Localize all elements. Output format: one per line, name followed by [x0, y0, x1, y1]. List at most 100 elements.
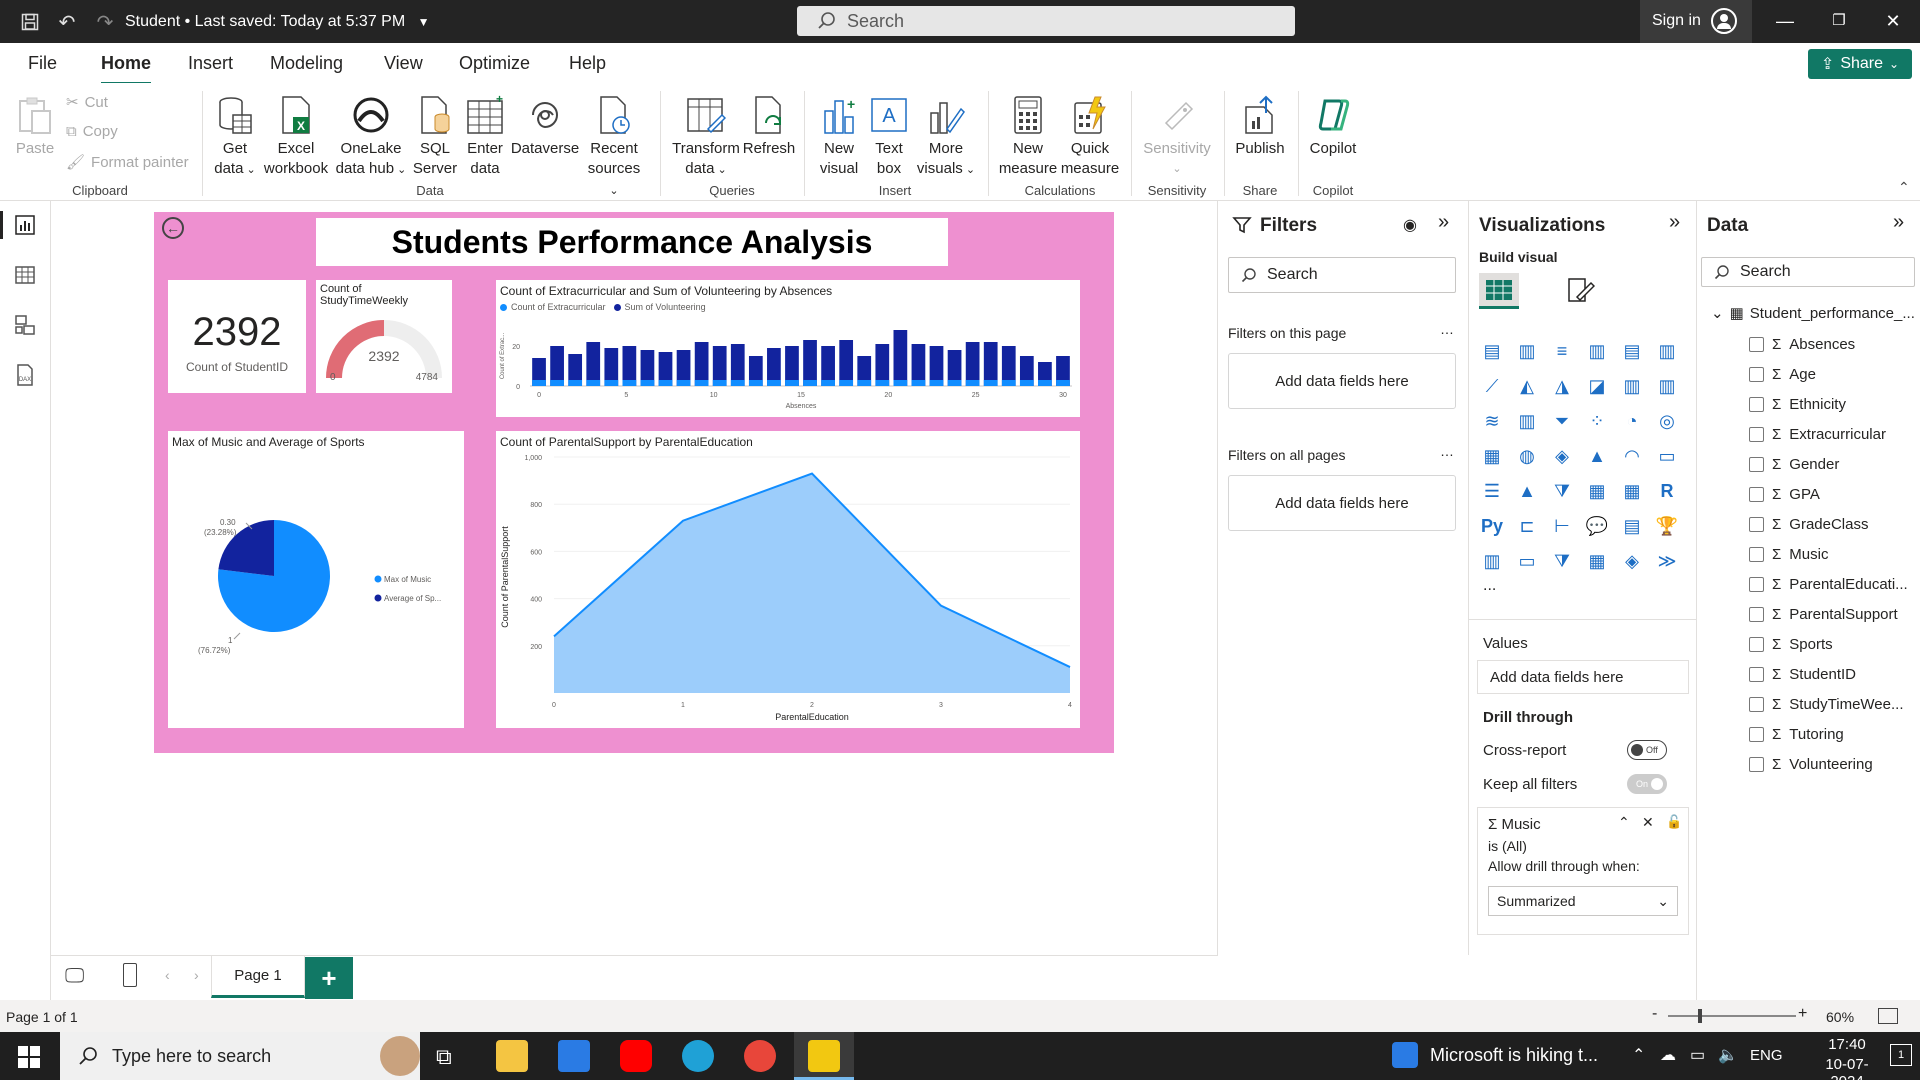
goals-icon[interactable]: 🏆: [1654, 513, 1680, 539]
redo-icon[interactable]: ↷: [93, 10, 117, 34]
100-bar-chart-icon[interactable]: ▤: [1619, 338, 1645, 364]
menu-help[interactable]: Help: [569, 53, 606, 74]
more-visuals-icon[interactable]: ...: [1483, 577, 1496, 595]
field-checkbox[interactable]: [1749, 667, 1764, 682]
narrative-icon[interactable]: ▤: [1619, 513, 1645, 539]
file-explorer-icon[interactable]: [496, 1040, 528, 1072]
zoom-in-icon[interactable]: +: [1798, 1005, 1807, 1023]
100-stacked-area-icon[interactable]: ◪: [1584, 373, 1610, 399]
zoom-slider[interactable]: [1668, 1015, 1796, 1017]
account-icon[interactable]: [1711, 8, 1737, 34]
refresh-button[interactable]: Refresh: [742, 93, 796, 159]
stacked-area-chart-icon[interactable]: ◮: [1549, 373, 1575, 399]
tab-page-1[interactable]: Page 1: [211, 956, 305, 998]
publish-button[interactable]: Publish: [1232, 93, 1288, 159]
line-and-column-icon[interactable]: ▥: [1619, 373, 1645, 399]
more-options-icon[interactable]: …: [1440, 443, 1454, 459]
chrome-icon[interactable]: [744, 1040, 776, 1072]
quick-measure-button[interactable]: Quick measure: [1058, 93, 1122, 179]
values-drop-zone[interactable]: Add data fields here: [1477, 660, 1689, 694]
python-visual-icon[interactable]: Py: [1479, 513, 1505, 539]
get-data-button[interactable]: Get data ⌄: [210, 93, 260, 180]
copilot-button[interactable]: Copilot: [1304, 93, 1362, 159]
mail-icon[interactable]: [558, 1040, 590, 1072]
eye-icon[interactable]: ◉: [1403, 215, 1417, 235]
network-icon[interactable]: ▭: [1690, 1045, 1705, 1065]
recent-sources-button[interactable]: Recent sources ⌄: [584, 93, 644, 201]
report-page[interactable]: ← Students Performance Analysis 2392 Cou…: [154, 212, 1114, 753]
sql-server-button[interactable]: SQL Server: [412, 93, 458, 179]
menu-optimize[interactable]: Optimize: [459, 53, 530, 74]
search-input[interactable]: Search: [797, 6, 1295, 36]
ribbon-chart-icon[interactable]: ≋: [1479, 408, 1505, 434]
field-item[interactable]: Σ StudyTimeWee...: [1749, 696, 1904, 713]
news-ticker[interactable]: Microsoft is hiking t...: [1430, 1045, 1598, 1066]
build-visual-tab[interactable]: [1479, 273, 1519, 309]
map-icon[interactable]: ◍: [1514, 443, 1540, 469]
filters-page-drop-zone[interactable]: Add data fields here: [1228, 353, 1456, 409]
allow-when-select[interactable]: Summarized ⌄: [1488, 886, 1678, 916]
field-checkbox[interactable]: [1749, 547, 1764, 562]
collapse-visualizations-icon[interactable]: »: [1669, 211, 1680, 234]
back-arrow-icon[interactable]: ←: [162, 217, 184, 239]
close-icon[interactable]: ✕: [1642, 814, 1654, 831]
windows-start-icon[interactable]: [18, 1046, 40, 1073]
language-indicator[interactable]: ENG: [1750, 1047, 1783, 1064]
sensitivity-button[interactable]: Sensitivity ⌄: [1140, 93, 1214, 179]
key-influencers-icon[interactable]: ⊏: [1514, 513, 1540, 539]
collapse-data-icon[interactable]: »: [1893, 211, 1904, 234]
cut-button[interactable]: ✂ Cut: [66, 93, 108, 112]
waterfall-chart-icon[interactable]: ▥: [1514, 408, 1540, 434]
cloud-icon[interactable]: ☁: [1660, 1045, 1676, 1065]
field-item[interactable]: Σ Age: [1749, 366, 1816, 383]
copy-button[interactable]: ⧉ Copy: [66, 123, 118, 140]
button-slicer-icon[interactable]: ⧩: [1549, 548, 1575, 574]
power-apps-icon[interactable]: ▦: [1584, 548, 1610, 574]
prev-page-icon[interactable]: ‹: [165, 967, 170, 983]
bar-chart-visual[interactable]: Count of Extracurricular and Sum of Volu…: [496, 280, 1080, 417]
task-view-icon[interactable]: ⧉: [436, 1044, 452, 1070]
field-checkbox[interactable]: [1749, 607, 1764, 622]
close-icon[interactable]: ✕: [1878, 8, 1908, 34]
powerbi-taskbar-active[interactable]: [794, 1032, 854, 1080]
qna-icon[interactable]: 💬: [1584, 513, 1610, 539]
restore-icon[interactable]: ❐: [1824, 8, 1854, 34]
model-view-icon[interactable]: [13, 313, 37, 337]
field-checkbox[interactable]: [1749, 727, 1764, 742]
funnel-chart-icon[interactable]: ⏷: [1549, 408, 1575, 434]
minimize-icon[interactable]: —: [1770, 8, 1800, 34]
power-automate-icon[interactable]: ◈: [1619, 548, 1645, 574]
area-chart-visual[interactable]: Count of ParentalSupport by ParentalEduc…: [496, 431, 1080, 728]
field-item[interactable]: Σ ParentalEducati...: [1749, 576, 1908, 593]
field-item[interactable]: Σ GPA: [1749, 486, 1820, 503]
area-chart-icon[interactable]: ◭: [1514, 373, 1540, 399]
field-checkbox[interactable]: [1749, 397, 1764, 412]
new-measure-button[interactable]: New measure: [996, 93, 1060, 179]
zoom-slider-thumb[interactable]: [1698, 1009, 1702, 1023]
share-button[interactable]: ⇪ Share ⌄: [1808, 49, 1912, 79]
table-icon[interactable]: ▦: [1584, 478, 1610, 504]
table-node[interactable]: ⌄ ▦ Student_performance_...: [1711, 304, 1915, 323]
transform-data-button[interactable]: Transform data ⌄: [670, 93, 742, 180]
youtube-icon[interactable]: [620, 1040, 652, 1072]
filled-map-icon[interactable]: ◈: [1549, 443, 1575, 469]
text-box-button[interactable]: A Text box: [866, 93, 912, 179]
desktop-layout-icon[interactable]: 🖵: [65, 965, 84, 988]
clustered-bar-chart-icon[interactable]: ≡: [1549, 338, 1575, 364]
collapse-ribbon-icon[interactable]: ⌃: [1898, 179, 1910, 196]
field-item[interactable]: Σ GradeClass: [1749, 516, 1868, 533]
donut-chart-icon[interactable]: ◎: [1654, 408, 1680, 434]
report-view-icon[interactable]: [13, 213, 37, 237]
pie-chart-visual[interactable]: Max of Music and Average of Sports 0.30(…: [168, 431, 464, 728]
format-visual-icon[interactable]: [1565, 275, 1596, 310]
field-checkbox[interactable]: [1749, 637, 1764, 652]
data-search-input[interactable]: Search: [1701, 257, 1915, 287]
gauge-visual[interactable]: Count of StudyTimeWeekly 2392 0 4784: [316, 280, 452, 393]
zoom-out-icon[interactable]: -: [1652, 1005, 1657, 1023]
field-checkbox[interactable]: [1749, 577, 1764, 592]
field-item[interactable]: Σ Music: [1749, 546, 1828, 563]
field-item[interactable]: Σ Ethnicity: [1749, 396, 1846, 413]
decomposition-tree-icon[interactable]: ⊢: [1549, 513, 1575, 539]
line-chart-icon[interactable]: ⟋: [1479, 373, 1505, 399]
field-item[interactable]: Σ Gender: [1749, 456, 1839, 473]
